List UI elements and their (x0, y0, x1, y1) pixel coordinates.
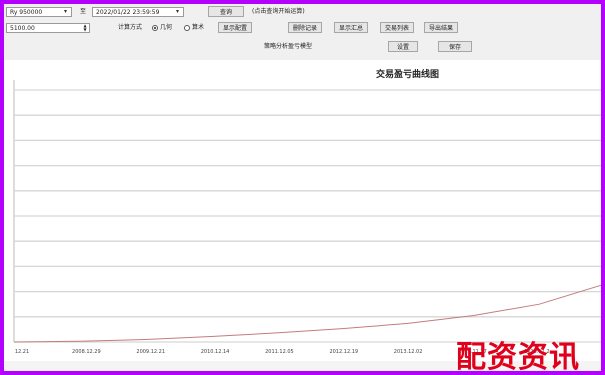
amount-field[interactable]: 5100.00 ▲ ▼ (6, 23, 90, 33)
save-button[interactable]: 保存 (438, 41, 472, 52)
x-tick-label: 2008.12.29 (72, 349, 101, 355)
x-tick-label: 12.21 (14, 349, 30, 355)
calendar-dropdown-icon[interactable]: ▾ (61, 8, 70, 16)
start-date-value: Ry 950000 (10, 9, 43, 16)
end-date-field[interactable]: 2022/01/22 23:59:59 ▾ (92, 7, 184, 17)
export-button[interactable]: 导出结果 (424, 22, 458, 33)
x-tick-label: 2011.12.05 (265, 349, 294, 355)
mode-option-arithmetic: 算术 (192, 24, 205, 31)
x-tick-label: 2010.12.14 (200, 349, 230, 355)
confirm-button[interactable]: 设置 (388, 41, 418, 52)
trade-list-button[interactable]: 交易列表 (380, 22, 414, 33)
mode-label: 计算方式 (118, 24, 143, 31)
x-tick-label: 2009.12.21 (136, 349, 166, 355)
x-tick-label: 2012.12.19 (329, 349, 359, 355)
app-window: Ry 950000 ▾ 至 2022/01/22 23:59:59 ▾ 查询 (… (0, 0, 605, 375)
chart-plot (13, 80, 601, 343)
equity-curve-chart: 交易盈亏曲线图 12.21 2008.12.29 2009.12.21 2010.12… (4, 60, 601, 360)
toolbar: Ry 950000 ▾ 至 2022/01/22 23:59:59 ▾ 查询 (… (4, 4, 601, 61)
param-button[interactable]: 显示配置 (218, 22, 252, 33)
delete-records-button[interactable]: 删除记录 (288, 22, 322, 33)
mode-radio-arithmetic[interactable] (184, 25, 190, 31)
watermark-text: 配资资讯 (456, 340, 580, 375)
calendar-dropdown-icon[interactable]: ▾ (173, 8, 182, 16)
mode-option-geometric: 几何 (160, 24, 173, 31)
amount-value: 5100.00 (10, 25, 35, 32)
x-tick-label: 2013.12.02 (393, 349, 423, 355)
end-date-value: 2022/01/22 23:59:59 (96, 9, 160, 16)
show-summary-button[interactable]: 显示汇总 (334, 22, 368, 33)
query-hint: (点击查询开始运算) (252, 8, 305, 15)
spinner-icon[interactable]: ▲ ▼ (82, 24, 88, 32)
to-label: 至 (80, 8, 87, 15)
start-date-field[interactable]: Ry 950000 ▾ (6, 7, 72, 17)
query-button[interactable]: 查询 (208, 6, 244, 17)
model-label: 策略分析盈亏模型 (264, 43, 313, 50)
mode-radio-geometric[interactable] (152, 25, 158, 31)
